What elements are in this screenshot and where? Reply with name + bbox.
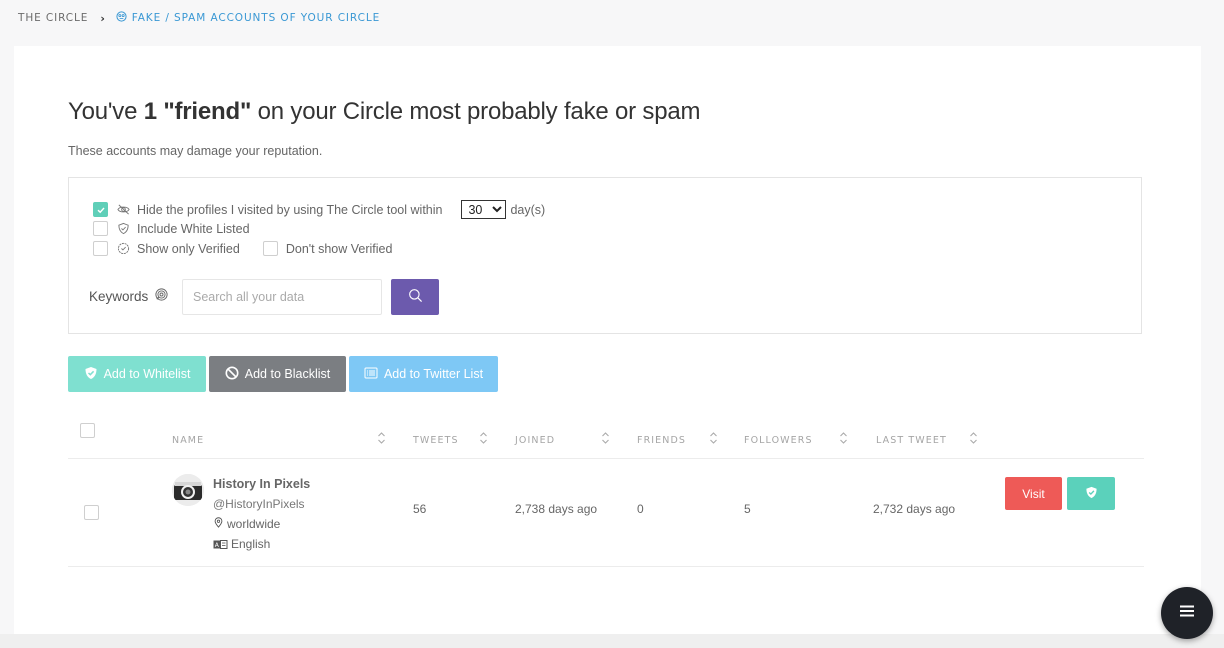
friends-count: 0 bbox=[637, 502, 644, 516]
sort-icon[interactable] bbox=[839, 431, 848, 445]
main-card: You've 1 "friend" on your Circle most pr… bbox=[14, 46, 1201, 648]
joined-date: 2,738 days ago bbox=[515, 502, 598, 516]
avatar[interactable] bbox=[172, 474, 204, 506]
days-unit-label: day(s) bbox=[510, 202, 546, 217]
add-to-twitter-list-label: Add to Twitter List bbox=[383, 367, 484, 381]
language-icon: A bbox=[213, 539, 228, 550]
list-icon bbox=[364, 366, 378, 383]
filter-hide-visited: Hide the profiles I visited by using The… bbox=[93, 200, 545, 219]
add-to-twitter-list-button[interactable]: Add to Twitter List bbox=[349, 356, 498, 392]
fingerprint-icon bbox=[154, 287, 169, 305]
add-to-whitelist-label: Add to Whitelist bbox=[103, 367, 191, 381]
column-header-tweets[interactable]: TWEETS bbox=[413, 435, 459, 446]
followers-count: 5 bbox=[744, 502, 751, 516]
breadcrumb-current: FAKE / SPAM ACCOUNTS OF YOUR CIRCLE bbox=[116, 11, 380, 25]
show-only-verified-label: Show only Verified bbox=[137, 241, 240, 256]
column-header-last-tweet[interactable]: LAST TWEET bbox=[876, 435, 947, 446]
breadcrumb-current-label: FAKE / SPAM ACCOUNTS OF YOUR CIRCLE bbox=[131, 12, 381, 24]
eye-slash-icon bbox=[117, 203, 130, 216]
filter-include-whitelisted: Include White Listed bbox=[93, 221, 250, 236]
shield-check-icon bbox=[1085, 486, 1098, 502]
account-location: worldwide bbox=[213, 517, 280, 531]
column-header-followers[interactable]: FOLLOWERS bbox=[744, 435, 813, 446]
ban-icon bbox=[225, 366, 239, 383]
filter-verified: Show only Verified Don't show Verified bbox=[93, 241, 392, 256]
row-select-checkbox[interactable] bbox=[84, 505, 99, 520]
language-text: English bbox=[231, 537, 271, 551]
last-tweet-date: 2,732 days ago bbox=[873, 502, 956, 516]
search-input[interactable] bbox=[182, 279, 382, 315]
add-to-blacklist-label: Add to Blacklist bbox=[244, 367, 331, 381]
sort-icon[interactable] bbox=[709, 431, 718, 445]
include-whitelisted-label: Include White Listed bbox=[137, 221, 250, 236]
row-whitelist-button[interactable] bbox=[1067, 477, 1115, 510]
hide-visited-label: Hide the profiles I visited by using The… bbox=[137, 202, 443, 217]
account-name[interactable]: History In Pixels bbox=[213, 477, 310, 491]
title-suffix: on your Circle most probably fake or spa… bbox=[251, 98, 701, 125]
hide-visited-checkbox[interactable] bbox=[93, 202, 108, 217]
keywords-text: Keywords bbox=[89, 288, 149, 304]
filters-panel: Hide the profiles I visited by using The… bbox=[68, 177, 1142, 334]
tweets-count: 56 bbox=[413, 502, 427, 516]
dont-show-verified-checkbox[interactable] bbox=[262, 241, 278, 256]
fake-face-icon bbox=[116, 11, 127, 25]
title-prefix: You've bbox=[68, 98, 144, 125]
sort-icon[interactable] bbox=[969, 431, 978, 445]
map-pin-icon bbox=[213, 517, 224, 531]
account-language: A English bbox=[213, 537, 270, 551]
column-header-friends[interactable]: FRIENDS bbox=[637, 435, 686, 446]
fake-count: 1 "friend" bbox=[143, 98, 252, 125]
account-handle: @HistoryInPixels bbox=[213, 497, 305, 511]
column-header-name[interactable]: NAME bbox=[172, 435, 204, 446]
select-all-checkbox[interactable] bbox=[80, 423, 95, 438]
dont-show-verified-label: Don't show Verified bbox=[285, 241, 393, 256]
days-select[interactable]: 30 bbox=[461, 200, 507, 219]
add-to-blacklist-button[interactable]: Add to Blacklist bbox=[209, 356, 346, 392]
include-whitelisted-checkbox[interactable] bbox=[93, 221, 108, 236]
search-icon bbox=[408, 288, 423, 306]
location-text: worldwide bbox=[227, 517, 281, 531]
verified-badge-icon bbox=[117, 242, 130, 255]
accounts-table: NAME TWEETS JOINED FRIENDS FOLLOWERS LAS… bbox=[68, 416, 1144, 567]
keywords-label: Keywords bbox=[89, 287, 169, 305]
footer-shade bbox=[0, 634, 1224, 648]
table-header: NAME TWEETS JOINED FRIENDS FOLLOWERS LAS… bbox=[68, 416, 1144, 459]
table-row: History In Pixels @HistoryInPixels world… bbox=[68, 459, 1144, 567]
breadcrumb: THE CIRCLE › FAKE / SPAM ACCOUNTS OF YOU… bbox=[18, 10, 380, 26]
show-only-verified-checkbox[interactable] bbox=[93, 241, 108, 256]
page-title: You've 1 "friend" on your Circle most pr… bbox=[68, 98, 700, 126]
chevron-right-icon: › bbox=[100, 11, 106, 25]
page-subtitle: These accounts may damage your reputatio… bbox=[68, 144, 323, 158]
sort-icon[interactable] bbox=[377, 431, 386, 445]
sort-icon[interactable] bbox=[601, 431, 610, 445]
shield-check-icon bbox=[84, 366, 98, 383]
bulk-actions: Add to Whitelist Add to Blacklist Add to… bbox=[68, 356, 498, 392]
shield-check-icon bbox=[117, 222, 130, 235]
add-to-whitelist-button[interactable]: Add to Whitelist bbox=[68, 356, 206, 392]
search-button[interactable] bbox=[391, 279, 439, 315]
breadcrumb-root-link[interactable]: THE CIRCLE bbox=[18, 12, 88, 24]
hamburger-menu-icon bbox=[1180, 604, 1194, 622]
sort-icon[interactable] bbox=[479, 431, 488, 445]
visit-button[interactable]: Visit bbox=[1005, 477, 1062, 510]
column-header-joined[interactable]: JOINED bbox=[515, 435, 555, 446]
menu-fab-button[interactable] bbox=[1161, 587, 1213, 639]
